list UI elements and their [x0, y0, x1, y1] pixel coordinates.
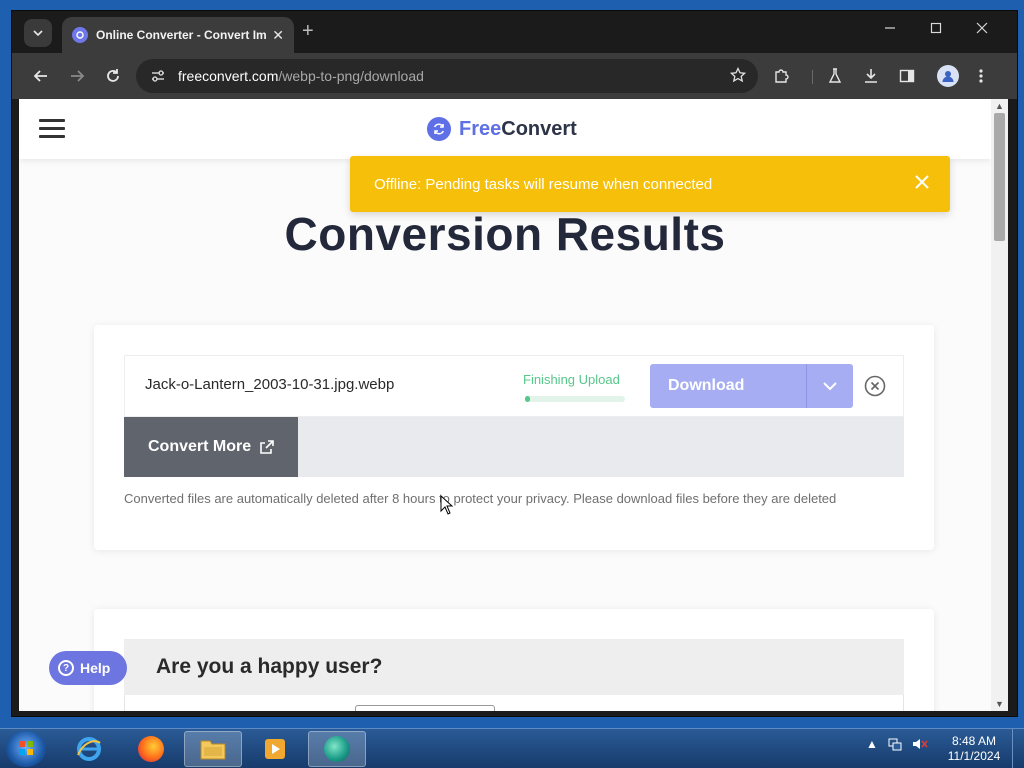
internet-explorer-icon[interactable]	[60, 731, 118, 767]
active-tab[interactable]: Online Converter - Convert Im ✕	[62, 17, 294, 53]
privacy-note: Converted files are automatically delete…	[124, 491, 837, 506]
reload-icon[interactable]	[102, 65, 124, 87]
browser-toolbar: freeconvert.com/webp-to-png/download	[12, 53, 1017, 99]
labs-flask-icon[interactable]	[824, 65, 846, 87]
toolbar-separator	[812, 70, 813, 84]
mouse-cursor-icon	[440, 495, 454, 515]
feedback-title: Are you a happy user?	[156, 655, 383, 678]
feedback-card: Are you a happy user?	[94, 609, 934, 711]
convert-more-row: Convert More	[124, 417, 904, 477]
conversion-results-card: Jack-o-Lantern_2003-10-31.jpg.webp Finis…	[94, 325, 934, 550]
logo-text-free: Free	[459, 117, 502, 140]
close-banner-icon[interactable]	[912, 172, 932, 192]
chevron-down-icon	[823, 382, 837, 391]
file-row: Jack-o-Lantern_2003-10-31.jpg.webp Finis…	[124, 355, 904, 417]
feedback-body	[124, 695, 904, 711]
file-explorer-icon[interactable]	[184, 731, 242, 767]
remove-file-icon[interactable]	[864, 375, 886, 397]
url-text: freeconvert.com/webp-to-png/download	[178, 68, 424, 84]
logo-mark-icon	[427, 117, 451, 141]
browser-app-icon[interactable]	[308, 731, 366, 767]
show-desktop-button[interactable]	[1012, 729, 1024, 768]
clock-time: 8:48 AM	[951, 734, 997, 748]
download-button[interactable]: Download	[650, 364, 806, 408]
tab-strip: Online Converter - Convert Im ✕ +	[12, 11, 1017, 53]
chevron-down-icon	[33, 30, 43, 36]
upload-status: Finishing Upload	[523, 372, 620, 387]
media-player-icon[interactable]	[246, 731, 304, 767]
taskbar-clock[interactable]: 8:48 AM 11/1/2024	[944, 734, 1004, 764]
freeconvert-logo[interactable]: FreeConvert	[427, 117, 577, 141]
convert-more-button[interactable]: Convert More	[124, 417, 298, 477]
feedback-header: Are you a happy user?	[124, 639, 904, 695]
file-name: Jack-o-Lantern_2003-10-31.jpg.webp	[145, 376, 395, 393]
logo-text-convert: Convert	[501, 117, 577, 140]
windows-logo-icon	[19, 741, 33, 755]
browser-window: Online Converter - Convert Im ✕ + freeco…	[11, 10, 1018, 717]
help-button[interactable]: ? Help	[49, 651, 127, 685]
external-link-icon	[260, 440, 274, 454]
window-close-icon[interactable]	[976, 21, 988, 38]
tab-title: Online Converter - Convert Im	[96, 28, 267, 42]
taskbar: ▲ 8:48 AM 11/1/2024	[0, 728, 1024, 768]
clock-date: 11/1/2024	[947, 749, 1001, 763]
side-panel-icon[interactable]	[896, 65, 918, 87]
site-header: FreeConvert	[19, 99, 991, 159]
profile-avatar-icon[interactable]	[937, 65, 959, 87]
extensions-puzzle-icon[interactable]	[770, 65, 792, 87]
help-label: Help	[80, 660, 111, 676]
firefox-icon[interactable]	[122, 731, 180, 767]
hamburger-menu-icon[interactable]	[39, 119, 65, 139]
system-tray: ▲	[866, 737, 928, 754]
page-viewport: FreeConvert Conversion Results Jack-o-La…	[19, 99, 991, 711]
back-arrow-icon[interactable]	[30, 65, 52, 87]
bookmark-star-icon[interactable]	[729, 66, 747, 88]
freeconvert-favicon-icon	[72, 27, 88, 43]
volume-muted-icon[interactable]	[912, 737, 928, 754]
minimize-icon[interactable]	[884, 21, 896, 38]
scroll-up-icon[interactable]: ▲	[995, 101, 1004, 111]
tray-expand-icon[interactable]: ▲	[866, 737, 878, 754]
tab-search-button[interactable]	[24, 19, 52, 47]
scroll-thumb[interactable]	[994, 113, 1005, 241]
upload-progress-bar	[525, 396, 625, 402]
help-question-icon: ?	[58, 660, 74, 676]
offline-banner: Offline: Pending tasks will resume when …	[350, 156, 950, 212]
site-settings-icon[interactable]	[150, 68, 166, 84]
logo-text: FreeConvert	[459, 118, 577, 141]
new-tab-button[interactable]: +	[302, 21, 314, 41]
upload-progress-fill	[525, 396, 530, 402]
feedback-select[interactable]	[355, 705, 495, 711]
maximize-icon[interactable]	[930, 21, 942, 38]
page-title: Conversion Results	[284, 208, 726, 260]
download-options-button[interactable]	[806, 364, 853, 408]
kebab-menu-icon[interactable]	[970, 65, 992, 87]
page-scrollbar[interactable]: ▲ ▼	[991, 99, 1008, 711]
offline-banner-text: Offline: Pending tasks will resume when …	[374, 175, 713, 193]
address-bar[interactable]: freeconvert.com/webp-to-png/download	[136, 59, 758, 93]
url-path: /webp-to-png/download	[278, 68, 424, 84]
convert-more-label: Convert More	[148, 438, 252, 455]
url-host: freeconvert.com	[178, 68, 279, 84]
tab-close-icon[interactable]: ✕	[272, 27, 284, 44]
start-button[interactable]	[6, 731, 46, 767]
downloads-icon[interactable]	[860, 65, 882, 87]
forward-arrow-icon[interactable]	[66, 65, 88, 87]
network-icon[interactable]	[888, 737, 902, 754]
scroll-down-icon[interactable]: ▼	[995, 699, 1004, 709]
